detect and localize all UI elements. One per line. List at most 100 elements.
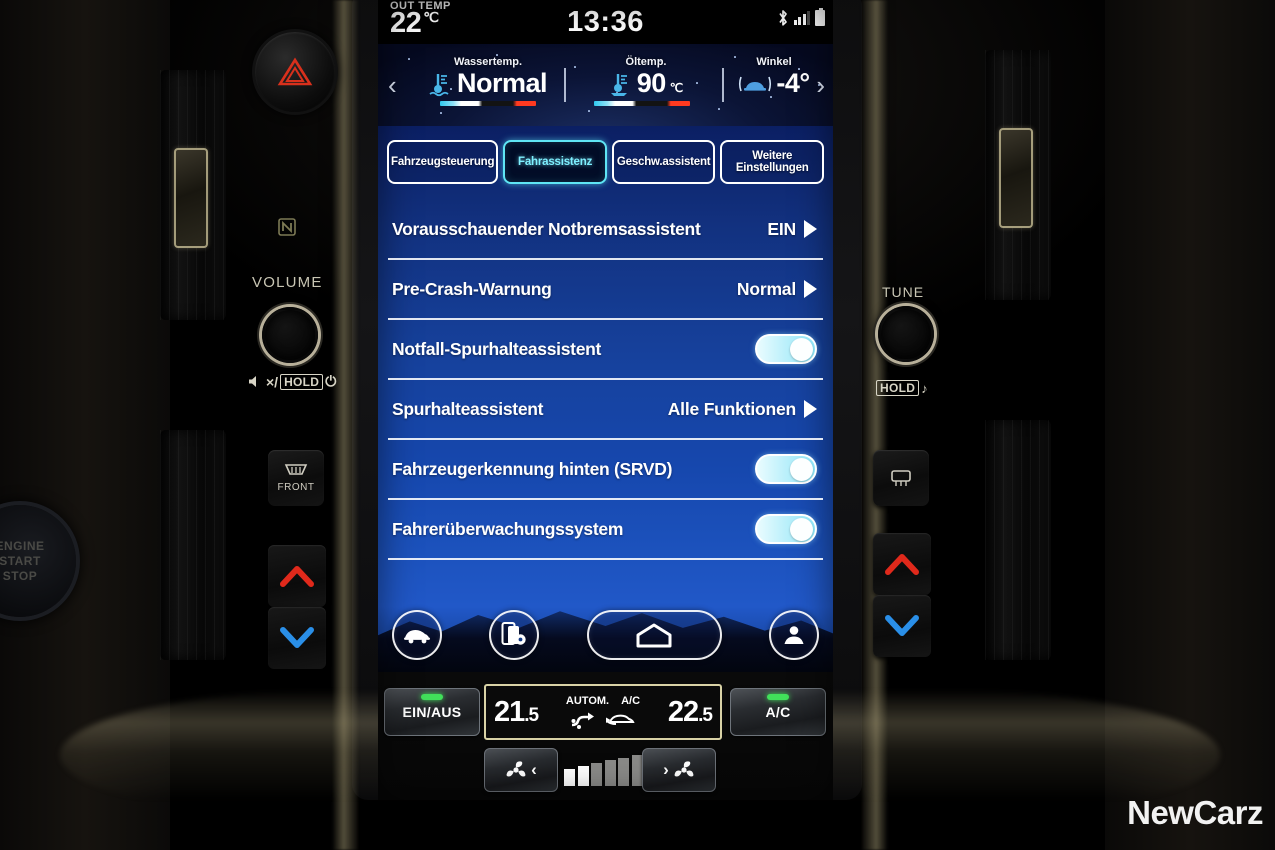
gauge-water-temp[interactable]: Wassertemp. Normal <box>414 56 562 106</box>
profile-icon <box>784 626 804 644</box>
setting-control[interactable]: Normal <box>737 279 817 300</box>
setting-control[interactable]: Alle Funktionen <box>668 399 817 420</box>
climate-control-bar: EIN/AUS 21.5 AUTOM. A/C 22.5 A/C ‹ › <box>378 672 833 800</box>
setting-label: Notfall-Spurhalteassistent <box>392 338 602 359</box>
hold-label-tune: HOLD <box>876 380 920 396</box>
ac-button[interactable]: A/C <box>730 688 826 736</box>
gauge-label: Winkel <box>756 56 792 68</box>
setting-label: Fahrzeugerkennung hinten (SRVD) <box>392 458 673 479</box>
passenger-temp-value: 22.5 <box>667 695 713 728</box>
front-defrost-icon <box>284 464 308 475</box>
mute-slash-label: ×/ <box>266 373 279 390</box>
fan-decrease-button[interactable]: ‹ <box>484 748 558 792</box>
gauge-value: Normal <box>456 68 548 98</box>
setting-row-notfall-spurhalteassistent[interactable]: Notfall-Spurhalteassistent <box>388 320 823 380</box>
tune-label: TUNE <box>882 284 925 300</box>
chevron-right-icon <box>804 400 817 418</box>
hazard-triangle-icon <box>277 57 313 86</box>
status-icons <box>777 7 825 27</box>
tab-fahrzeugsteuerung[interactable]: Fahrzeugsteuerung <box>387 140 499 184</box>
gauge-oil-temp[interactable]: Öltemp. 90 ℃ <box>572 56 720 106</box>
toggle-switch[interactable] <box>755 454 817 484</box>
mute-icon <box>249 376 256 387</box>
toggle-knob <box>790 337 813 361</box>
setting-value: Alle Funktionen <box>667 398 796 419</box>
setting-row-fahrerueberwachungssystem[interactable]: Fahrerüberwachungssystem <box>388 500 823 560</box>
setting-label: Fahrerüberwachungssystem <box>392 518 624 539</box>
bottom-dock <box>378 598 833 672</box>
setting-row-spurhalteassistent[interactable]: Spurhalteassistent Alle Funktionen <box>388 380 823 440</box>
setting-control[interactable] <box>755 334 817 364</box>
hold-label: HOLD <box>280 373 324 390</box>
air-vent-right-lower[interactable] <box>985 420 1051 660</box>
fan-increase-button[interactable]: › <box>642 748 716 792</box>
ac-button-label: A/C <box>765 704 791 720</box>
oil-temp-icon <box>610 73 627 96</box>
tab-weitere-einstellungen[interactable]: Weitere Einstellungen <box>720 140 824 184</box>
gauge-label: Öltemp. <box>625 56 667 68</box>
airflow-icon <box>571 712 595 729</box>
temp-up-button-right[interactable] <box>873 533 931 595</box>
gauge-separator-1 <box>564 68 566 102</box>
gauge-value: -4° <box>776 68 810 98</box>
gauge-value: 90 <box>636 68 667 98</box>
stop-label: STOP <box>2 568 38 583</box>
setting-value: EIN <box>767 218 796 239</box>
rear-defrost-button[interactable] <box>873 450 929 506</box>
setting-row-pre-crash-warnung[interactable]: Pre-Crash-Warnung Normal <box>388 260 823 320</box>
volume-label: VOLUME <box>252 274 323 291</box>
gauge-value-row: -4° <box>726 68 822 99</box>
vehicle-gauges-strip: ‹ › Wassertemp. Normal Öltemp. 90 ℃ Wink… <box>378 44 833 126</box>
gauge-tilt-angle[interactable]: Winkel -4° <box>726 56 822 99</box>
air-vent-right-upper[interactable] <box>985 50 1051 300</box>
toggle-switch[interactable] <box>755 514 817 544</box>
power-icon: ⏻ <box>325 373 337 389</box>
temperature-display[interactable]: 21.5 AUTOM. A/C 22.5 <box>484 684 722 740</box>
vent-slider[interactable] <box>999 128 1033 228</box>
vent-slats <box>160 430 226 660</box>
toggle-switch[interactable] <box>755 334 817 364</box>
gauges-prev-button[interactable]: ‹ <box>388 70 397 101</box>
hold-music-labels: HOLD ♪ <box>876 380 928 396</box>
gauge-value-row: 90 ℃ <box>572 68 720 99</box>
setting-label: Spurhalteassistent <box>392 398 544 419</box>
setting-label: Vorausschauender Notbremsassistent <box>392 218 701 239</box>
setting-control[interactable]: EIN <box>767 219 817 240</box>
dock-home-button[interactable] <box>586 610 722 660</box>
settings-tabs: Fahrzeugsteuerung Fahrassistenz Geschw.a… <box>378 126 833 184</box>
air-vent-left-lower[interactable] <box>160 430 226 660</box>
tab-fahrassistenz[interactable]: Fahrassistenz <box>503 140 607 184</box>
vehicle-tilt-icon <box>739 76 772 91</box>
temp-down-button-left[interactable] <box>268 607 326 669</box>
front-defrost-button[interactable]: FRONT <box>268 450 324 506</box>
air-vent-left-upper[interactable] <box>160 70 226 320</box>
vent-slider[interactable] <box>174 148 208 248</box>
setting-row-fahrzeugerkennung-hinten[interactable]: Fahrzeugerkennung hinten (SRVD) <box>388 440 823 500</box>
temp-down-button-right[interactable] <box>873 595 931 657</box>
dock-vehicle-button[interactable] <box>392 610 442 660</box>
setting-label: Pre-Crash-Warnung <box>392 278 552 299</box>
mute-hold-power-labels: ×/ HOLD ⏻ <box>248 373 336 390</box>
setting-row-notbremsassistent[interactable]: Vorausschauender Notbremsassistent EIN <box>388 200 823 260</box>
hazard-warning-button[interactable] <box>255 32 335 112</box>
gauge-separator-2 <box>722 68 724 102</box>
temp-up-button-left[interactable] <box>268 545 326 607</box>
volume-knob[interactable] <box>262 307 318 363</box>
climate-power-button[interactable]: EIN/AUS <box>384 688 480 736</box>
signal-icon <box>793 11 810 25</box>
dock-apps-button[interactable] <box>489 610 540 660</box>
trim-panel-right <box>1105 0 1275 850</box>
music-note-icon: ♪ <box>921 380 928 396</box>
nfc-icon <box>278 218 296 241</box>
infotainment-screen[interactable]: OUT TEMP 22 ℃ 13:36 ‹ › Wassertemp. Norm… <box>378 0 833 672</box>
tab-geschwassistent[interactable]: Geschw.assistent <box>611 140 716 184</box>
auto-label: AUTOM. <box>565 694 610 707</box>
tune-knob[interactable] <box>878 306 934 362</box>
dock-profile-button[interactable] <box>768 610 819 660</box>
setting-control[interactable] <box>755 454 817 484</box>
vent-slats <box>985 420 1051 660</box>
gauge-unit: ℃ <box>669 81 684 95</box>
fan-icon <box>506 761 526 777</box>
setting-control[interactable] <box>755 514 817 544</box>
climate-power-label: EIN/AUS <box>402 704 462 720</box>
